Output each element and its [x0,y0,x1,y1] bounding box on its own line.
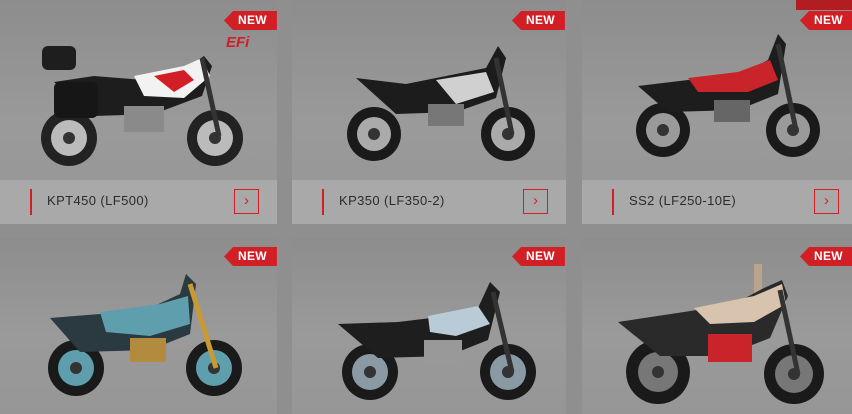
new-badge: NEW [512,11,565,30]
accent-divider [322,189,324,215]
product-card-5[interactable]: NEW [292,238,566,414]
chevron-right-icon[interactable]: › [234,189,259,214]
motorcycle-image[interactable] [40,274,250,404]
product-title-bar[interactable]: KP350 (LF350-2) › [292,180,566,224]
product-title-bar[interactable]: KPT450 (LF500) › [0,180,277,224]
product-card-ss2[interactable]: NEW SS2 (LF250-10E) › [582,0,852,224]
accent-divider [30,189,32,215]
motorcycle-image[interactable] [336,38,546,168]
chevron-right-icon[interactable]: › [814,189,839,214]
corner-flag [796,0,852,10]
motorcycle-image[interactable] [628,30,828,160]
product-title-bar[interactable]: SS2 (LF250-10E) › [582,180,852,224]
motorcycle-image[interactable] [328,278,543,408]
new-badge: NEW [224,247,277,266]
product-card-4[interactable]: NEW [0,238,277,414]
new-badge: NEW [800,11,852,30]
product-grid: NEW EFi KPT450 (LF500) › NEW KP350 (LF35… [0,0,852,414]
new-badge: NEW [512,247,565,266]
product-card-6[interactable]: NEW [582,238,852,414]
motorcycle-image[interactable] [34,36,264,176]
motorcycle-image[interactable] [614,260,834,410]
accent-divider [612,189,614,215]
chevron-right-icon[interactable]: › [523,189,548,214]
product-name[interactable]: KPT450 (LF500) [47,193,149,208]
product-card-kp350[interactable]: NEW KP350 (LF350-2) › [292,0,566,224]
product-card-kpt450[interactable]: NEW EFi KPT450 (LF500) › [0,0,277,224]
product-name[interactable]: KP350 (LF350-2) [339,193,445,208]
new-badge: NEW [224,11,277,30]
product-name[interactable]: SS2 (LF250-10E) [629,193,736,208]
